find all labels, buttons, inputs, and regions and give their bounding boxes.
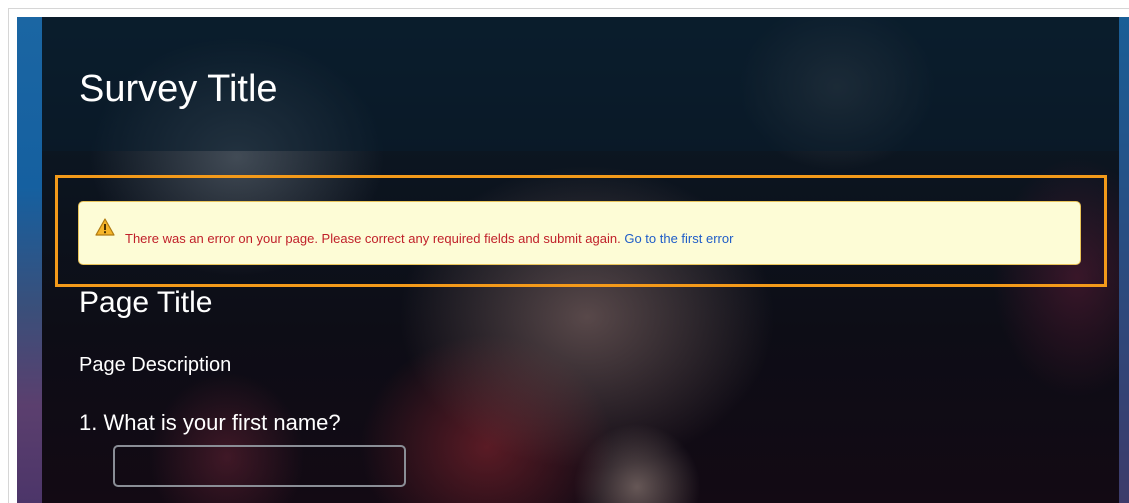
survey-title: Survey Title	[79, 68, 278, 110]
page-title: Page Title	[79, 286, 213, 319]
right-accent-bar	[1119, 17, 1129, 503]
left-accent-bar	[17, 17, 42, 503]
error-text: There was an error on your page. Please …	[125, 231, 733, 247]
go-to-first-error-link[interactable]: Go to the first error	[624, 231, 733, 246]
error-message: There was an error on your page. Please …	[125, 231, 621, 246]
page-description: Page Description	[79, 354, 232, 376]
question-first-name-label: 1. What is your first name?	[79, 410, 341, 435]
first-name-input[interactable]	[113, 445, 406, 487]
error-banner: There was an error on your page. Please …	[78, 201, 1081, 265]
survey-page: Survey Title There was an error on your …	[17, 17, 1129, 503]
warning-icon	[95, 218, 115, 236]
